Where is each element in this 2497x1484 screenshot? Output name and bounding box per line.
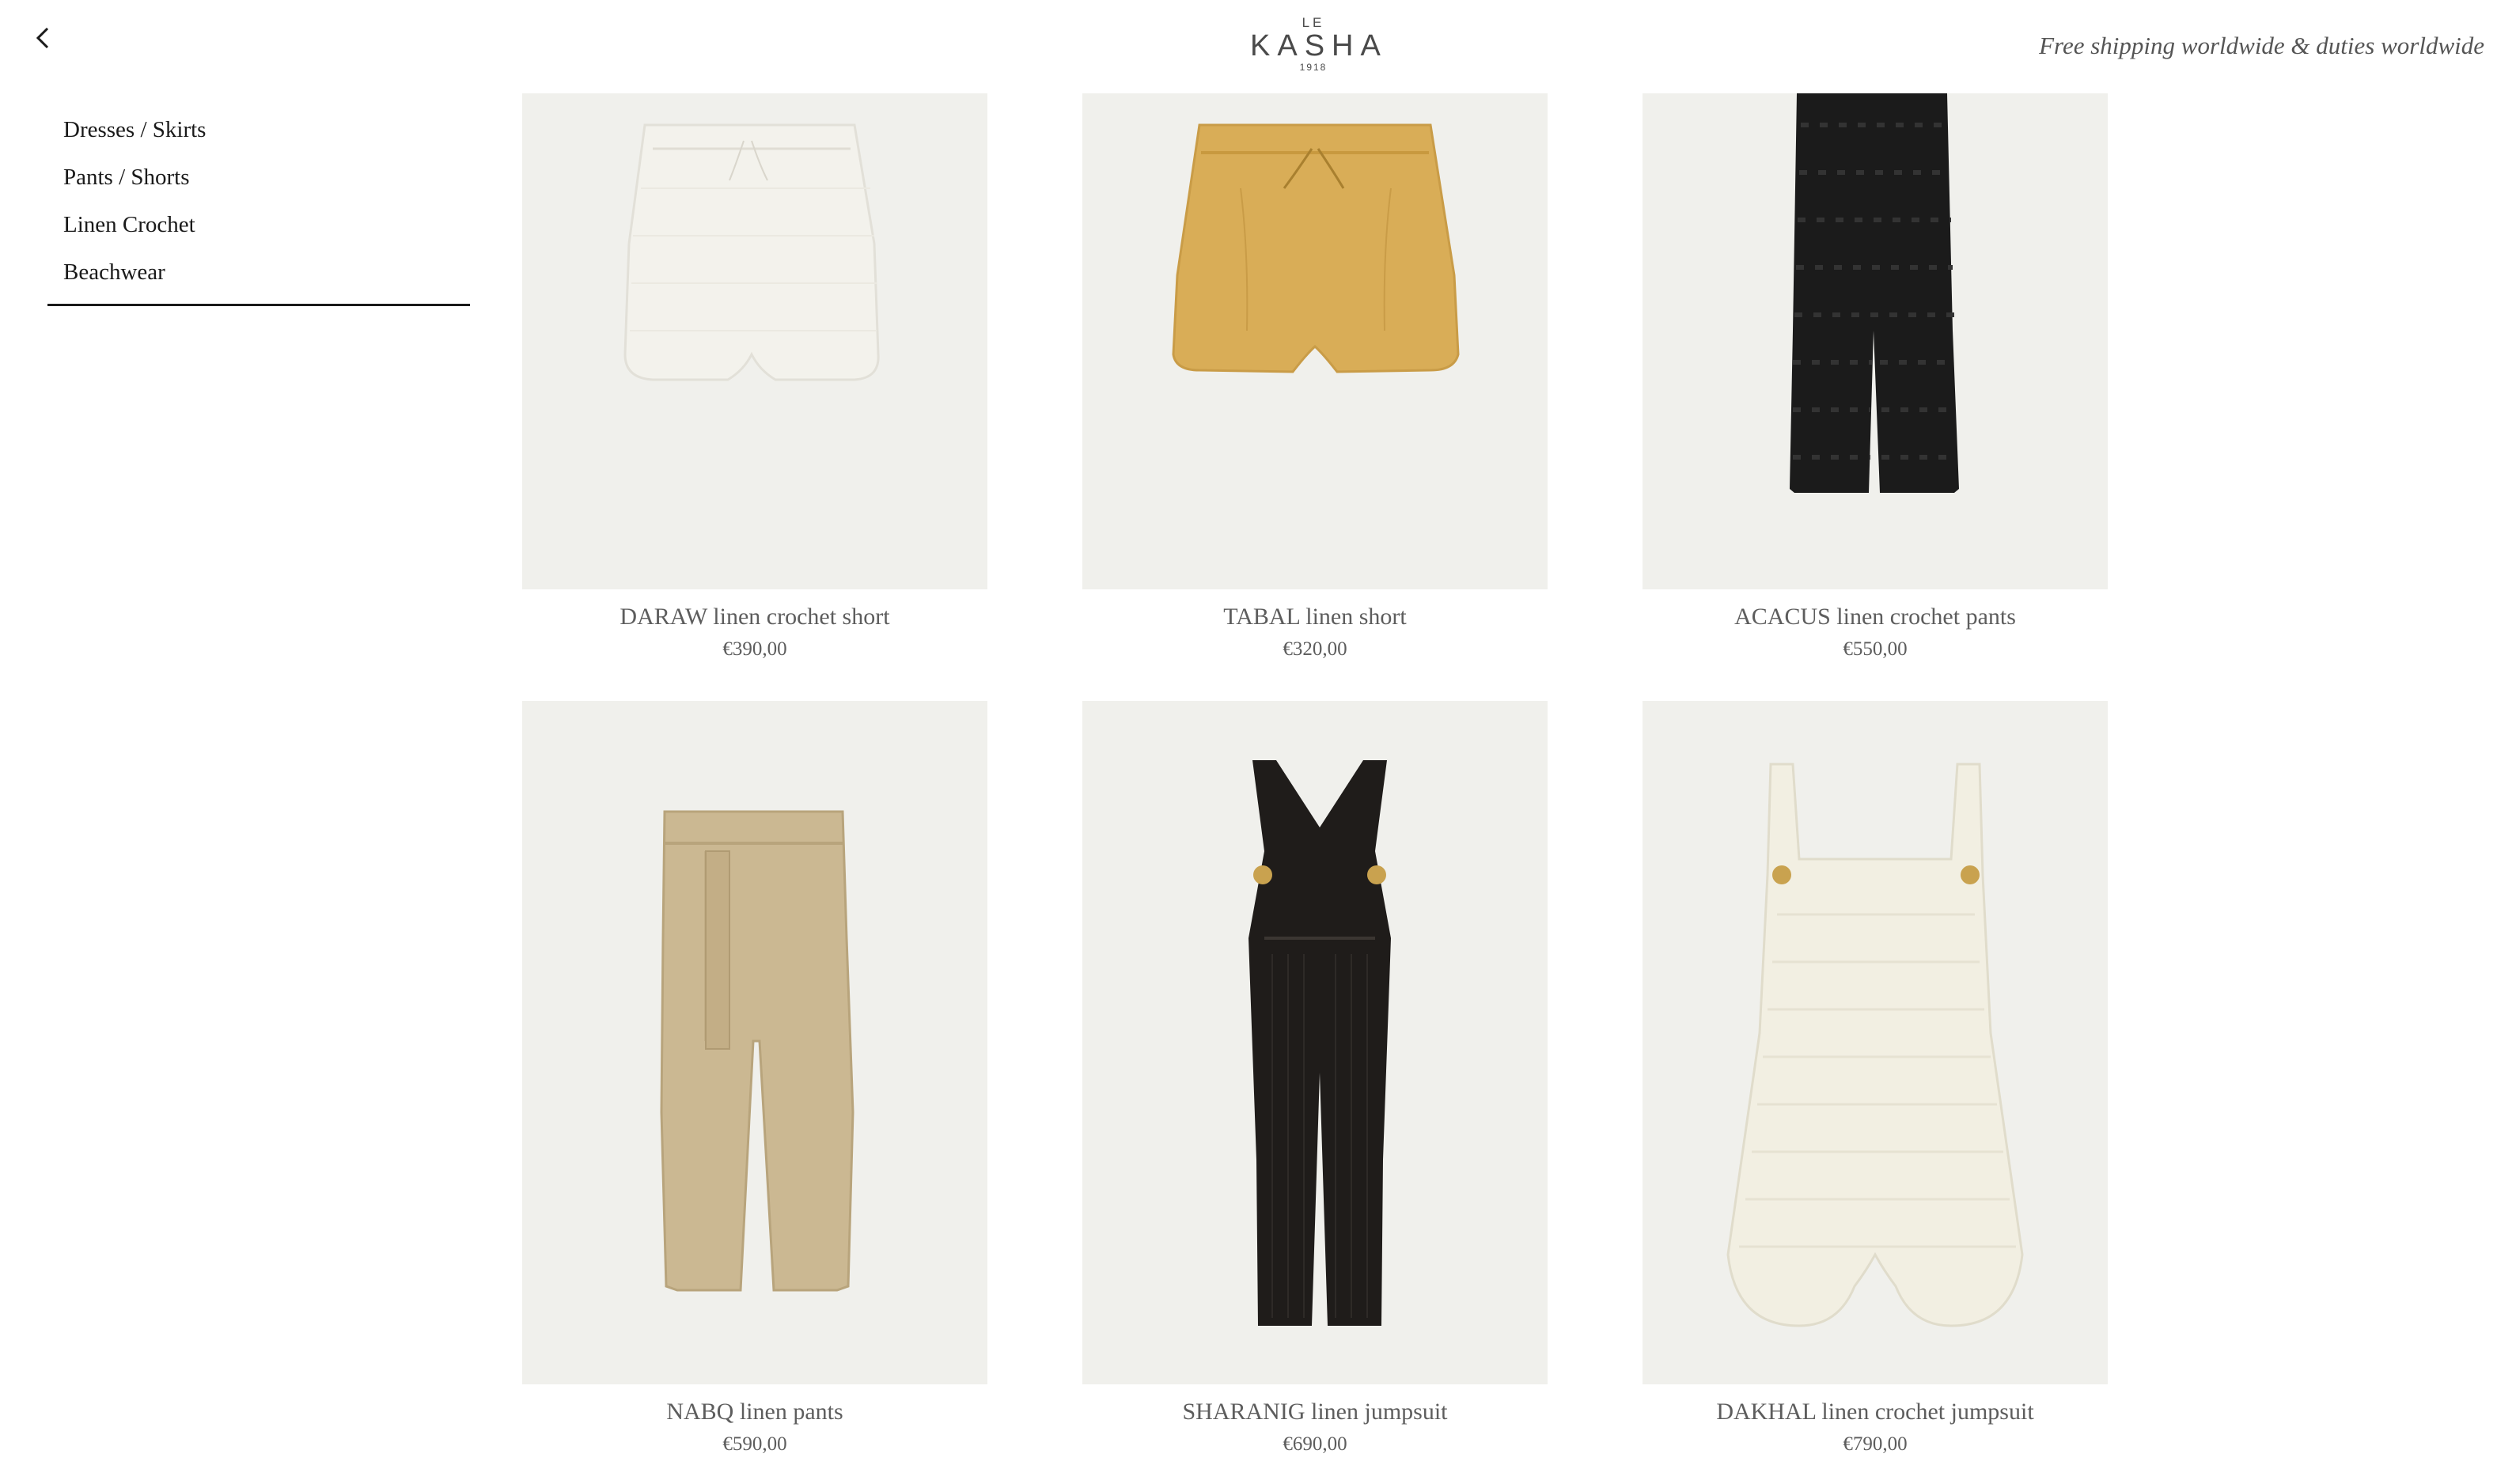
product-card[interactable]: TABAL linen short €320,00 [1082, 93, 1548, 661]
back-button[interactable] [27, 21, 71, 65]
category-sidebar: Dresses / Skirts Pants / Shorts Linen Cr… [47, 109, 470, 306]
product-card[interactable]: SHARANIG linen jumpsuit €690,00 [1082, 701, 1548, 1456]
romper-illustration [1726, 763, 2024, 1327]
logo[interactable]: LE KASHA 1918 [1250, 15, 1388, 79]
product-card[interactable]: DARAW linen crochet short €390,00 [522, 93, 987, 661]
product-price: €550,00 [1843, 638, 1908, 660]
product-price: €390,00 [722, 638, 787, 660]
product-image-tabal[interactable] [1082, 93, 1548, 589]
shipping-banner: Free shipping worldwide & duties worldwi… [2039, 32, 2484, 59]
logo-year: 1918 [1299, 62, 1328, 73]
logo-prefix: LE [1302, 15, 1325, 30]
site-header: LE KASHA 1918 Free shipping worldwide & … [0, 0, 2497, 93]
pants-illustration [660, 810, 854, 1292]
product-title[interactable]: DARAW linen crochet short [522, 604, 987, 630]
product-title[interactable]: NABQ linen pants [522, 1399, 987, 1425]
product-card[interactable]: ACACUS linen crochet pants €550,00 [1643, 93, 2108, 661]
product-price: €590,00 [722, 1433, 787, 1455]
sidebar-item-dresses-skirts[interactable]: Dresses / Skirts [47, 109, 470, 157]
product-card[interactable]: NABQ linen pants €590,00 [522, 701, 987, 1456]
product-title[interactable]: TABAL linen short [1082, 604, 1548, 630]
product-price: €320,00 [1283, 638, 1347, 660]
sidebar-item-linen-crochet[interactable]: Linen Crochet [47, 204, 470, 252]
sidebar-divider [47, 304, 470, 306]
shorts-illustration [1172, 123, 1460, 373]
chevron-left-icon [36, 27, 49, 49]
product-image-acacus[interactable] [1643, 93, 2108, 589]
product-title[interactable]: SHARANIG linen jumpsuit [1082, 1399, 1548, 1425]
product-image-nabq[interactable] [522, 701, 987, 1384]
product-price: €690,00 [1283, 1433, 1347, 1455]
product-title[interactable]: DAKHAL linen crochet jumpsuit [1643, 1399, 2108, 1425]
product-title[interactable]: ACACUS linen crochet pants [1643, 604, 2108, 630]
logo-name: KASHA [1250, 29, 1388, 62]
product-image-daraw[interactable] [522, 93, 987, 589]
product-price: €790,00 [1843, 1433, 1908, 1455]
sidebar-item-beachwear[interactable]: Beachwear [47, 252, 470, 299]
product-card[interactable]: DAKHAL linen crochet jumpsuit €790,00 [1643, 701, 2108, 1456]
shorts-illustration [623, 123, 880, 381]
product-image-sharanig[interactable] [1082, 701, 1548, 1384]
product-image-dakhal[interactable] [1643, 701, 2108, 1384]
jumpsuit-illustration [1248, 760, 1391, 1326]
pants-illustration [1790, 93, 1959, 493]
sidebar-item-pants-shorts[interactable]: Pants / Shorts [47, 157, 470, 204]
